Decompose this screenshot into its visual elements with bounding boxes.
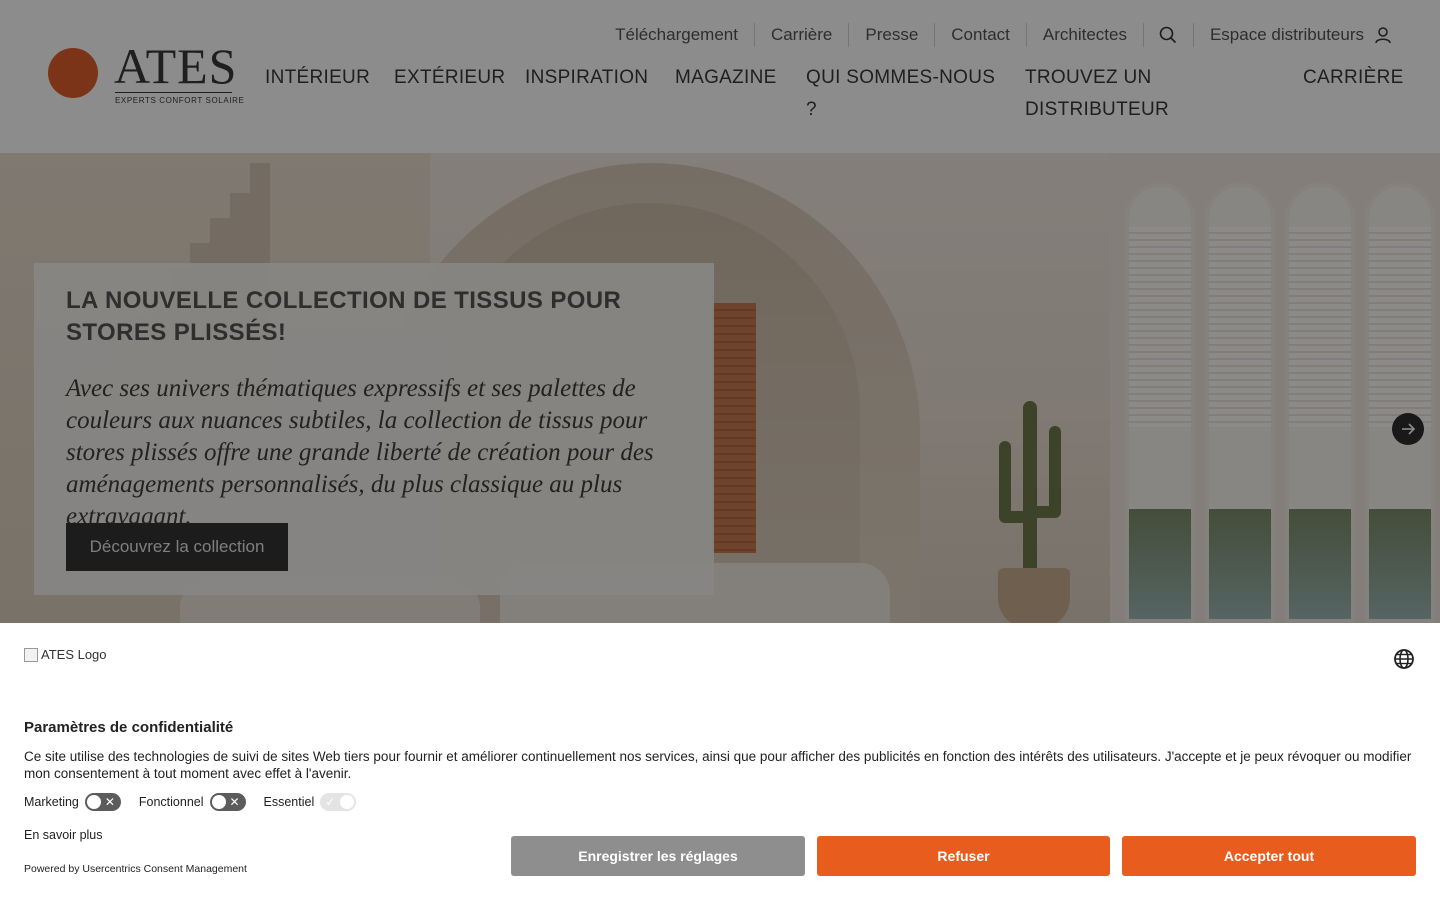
consent-title: Paramètres de confidentialité <box>24 719 234 736</box>
broken-image-icon <box>24 647 38 662</box>
accept-all-button[interactable]: Accepter tout <box>1122 836 1416 876</box>
consent-logo: ATES Logo <box>24 647 107 662</box>
toggle-fonctionnel-switch[interactable]: ✕ <box>209 793 246 811</box>
globe-icon[interactable] <box>1393 648 1415 670</box>
toggle-essentiel: Essentiel ✓ <box>264 793 357 811</box>
powered-by-text: Powered by Usercentrics Consent Manageme… <box>24 863 247 875</box>
refuse-button[interactable]: Refuser <box>817 836 1110 876</box>
toggle-marketing-label: Marketing <box>24 795 79 809</box>
toggle-knob <box>86 795 101 809</box>
consent-toggles: Marketing ✕ Fonctionnel ✕ Essentiel ✓ <box>24 793 357 811</box>
check-icon: ✓ <box>325 795 336 809</box>
consent-logo-alt: ATES Logo <box>41 647 107 662</box>
consent-backdrop <box>0 0 1440 623</box>
close-icon: ✕ <box>104 795 115 809</box>
toggle-essentiel-label: Essentiel <box>263 795 315 809</box>
toggle-knob <box>340 795 355 809</box>
toggle-essentiel-switch: ✓ <box>320 793 357 811</box>
privacy-consent-banner: ATES Logo Paramètres de confidentialité … <box>0 623 1440 900</box>
toggle-fonctionnel: Fonctionnel ✕ <box>139 793 246 811</box>
close-icon: ✕ <box>229 795 240 809</box>
toggle-knob <box>211 795 226 809</box>
toggle-fonctionnel-label: Fonctionnel <box>138 795 204 809</box>
toggle-marketing-switch[interactable]: ✕ <box>84 793 121 811</box>
learn-more-link[interactable]: En savoir plus <box>24 828 103 842</box>
save-settings-button[interactable]: Enregistrer les réglages <box>511 836 805 876</box>
toggle-marketing: Marketing ✕ <box>24 793 121 811</box>
consent-description: Ce site utilise des technologies de suiv… <box>24 749 1412 781</box>
